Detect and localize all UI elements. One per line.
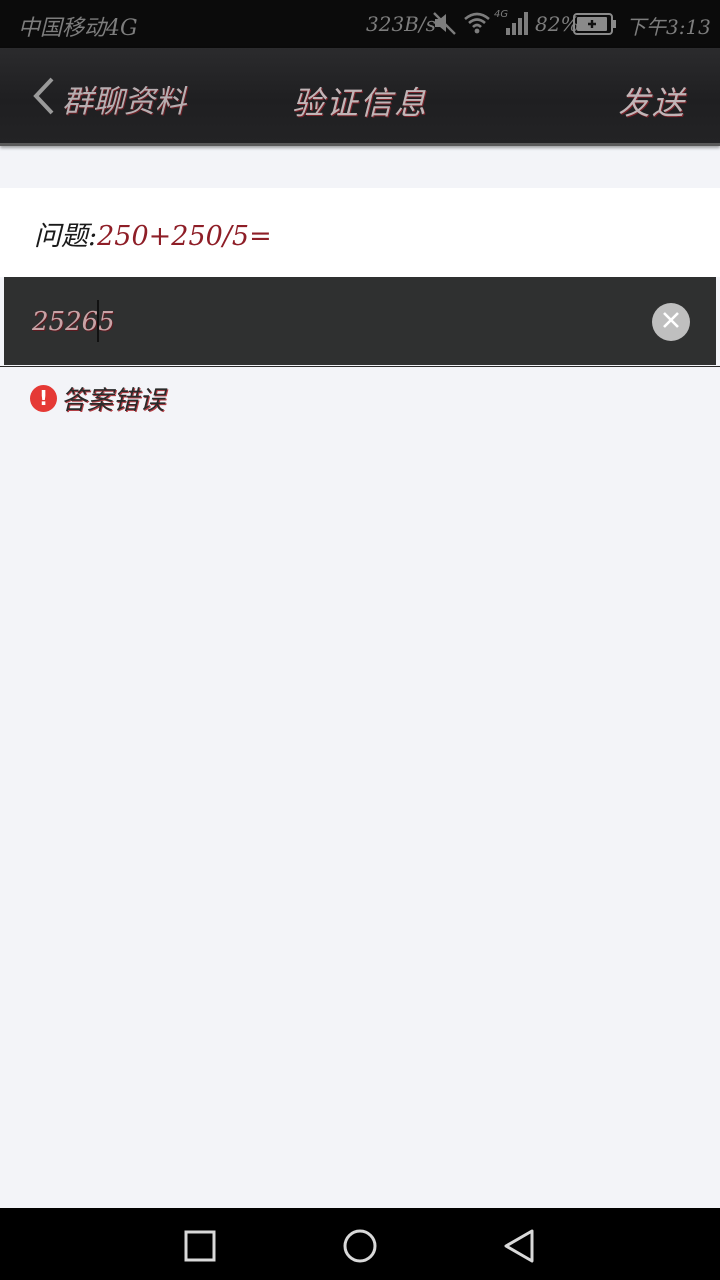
network-speed: 323B/s [366,12,436,36]
page-title: 验证信息 [291,84,428,122]
error-message-row: ! 答案错误 [30,383,165,416]
back-icon[interactable] [500,1226,540,1266]
title-bar: 群聊资料 验证信息 发送 [0,48,720,146]
recent-apps-icon[interactable] [180,1226,220,1266]
question-card: 问题:250+250/5= [0,188,720,277]
carrier-label: 中国移动4G [18,16,138,41]
question-expression: 250+250/5= [97,221,272,252]
divider [0,366,720,367]
system-navigation-bar [0,1208,720,1280]
status-bar: 中国移动4G 323B/s 4G 82% 下午3:13 [0,0,720,48]
clear-button[interactable] [652,303,690,341]
answer-value: 25265 [32,307,115,337]
wifi-icon [463,9,491,43]
close-icon [661,310,681,334]
error-icon: ! [30,384,57,412]
send-button[interactable]: 发送 [618,78,686,124]
error-message: 答案错误 [61,385,166,416]
network-type-label: 4G [494,9,508,20]
mute-icon [432,10,458,42]
home-icon[interactable] [340,1226,380,1266]
answer-input[interactable]: 25265 [4,277,716,365]
text-cursor [97,300,99,342]
question-text: 问题:250+250/5= [34,214,272,253]
clock: 下午3:13 [626,15,711,39]
question-prefix: 问题: [34,221,98,252]
battery-icon [573,13,617,41]
signal-icon: 4G [494,8,530,44]
